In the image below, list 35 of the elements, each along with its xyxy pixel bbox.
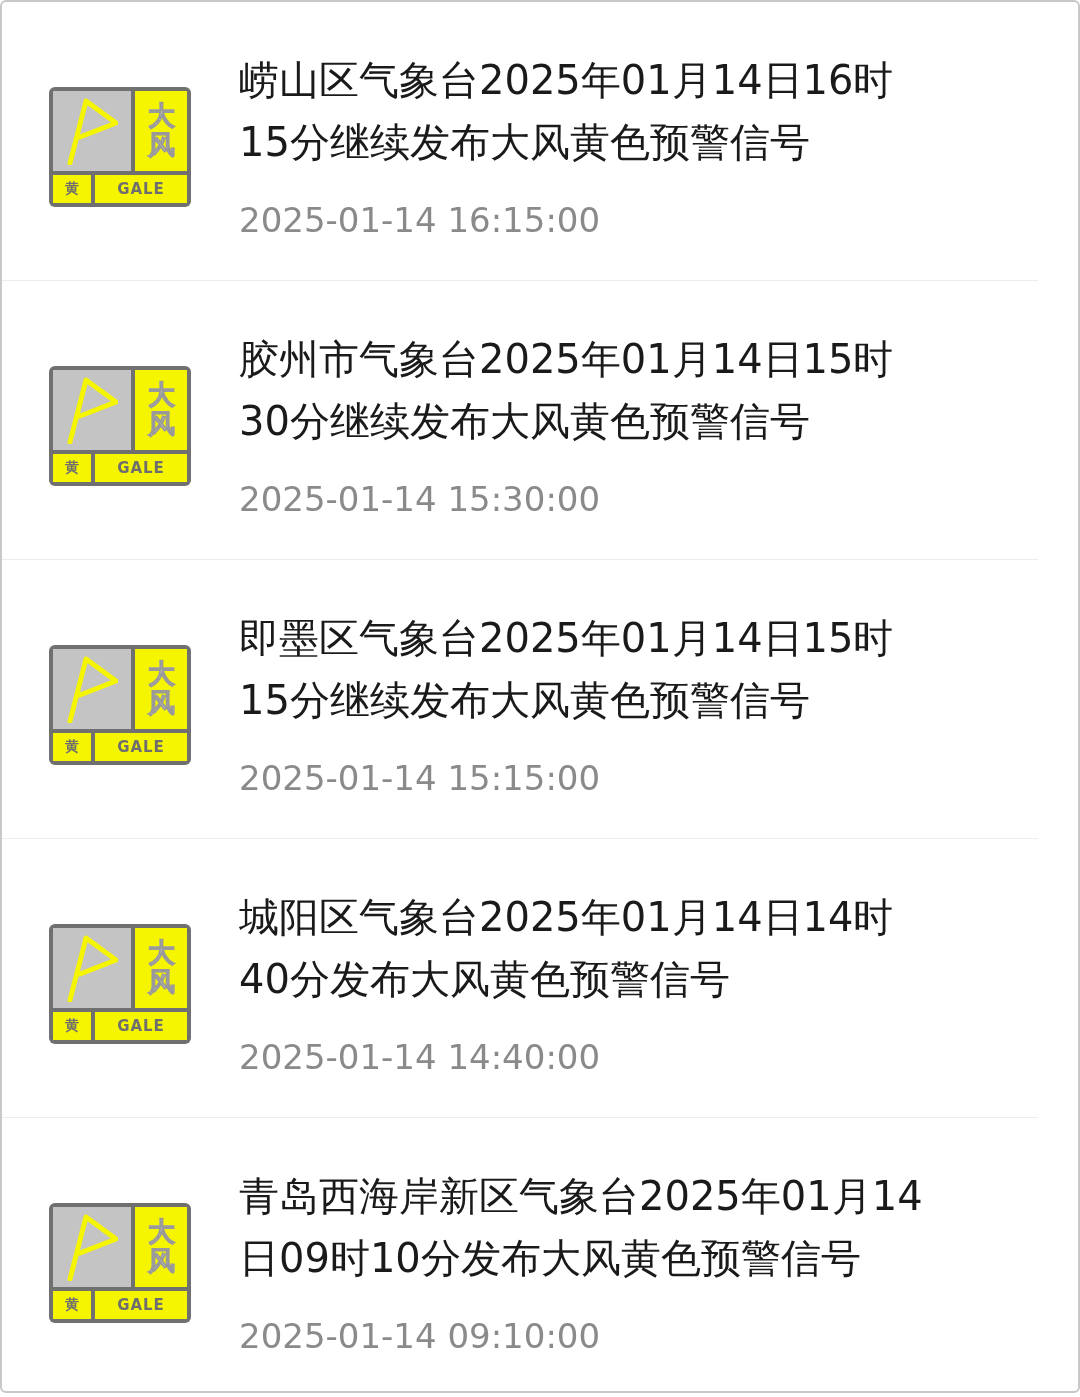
alert-title-line[interactable]: 即墨区气象台2025年01月14日15时 — [239, 607, 894, 669]
alert-title-line[interactable]: 崂山区气象台2025年01月14日16时 — [239, 49, 894, 111]
alert-title-line[interactable]: 15分继续发布大风黄色预警信号 — [239, 669, 894, 731]
alert-time: 2025-01-14 15:30:00 — [239, 478, 602, 521]
sign-name: 大风 — [147, 102, 175, 159]
sign-level: 黄 — [65, 737, 79, 756]
sign-code: GALE — [117, 1295, 165, 1314]
sign-code: GALE — [117, 737, 165, 756]
sign-name: 大风 — [147, 939, 175, 996]
alert-time: 2025-01-14 09:10:00 — [239, 1315, 602, 1358]
sign-level: 黄 — [65, 1016, 79, 1035]
flag-icon — [66, 375, 118, 444]
alert-title-line[interactable]: 城阳区气象台2025年01月14日14时 — [239, 886, 894, 948]
alert-time: 2025-01-14 15:15:00 — [239, 757, 602, 800]
alert-title-line[interactable]: 青岛西海岸新区气象台2025年01月14 — [239, 1165, 923, 1227]
flag-icon — [66, 1212, 118, 1281]
sign-code: GALE — [117, 179, 165, 198]
sign-name: 大风 — [147, 381, 175, 438]
flag-icon — [66, 654, 118, 723]
alert-time: 2025-01-14 14:40:00 — [239, 1036, 602, 1079]
alert-time: 2025-01-14 16:15:00 — [239, 199, 602, 242]
sign-level: 黄 — [65, 179, 79, 198]
sign-name: 大风 — [147, 660, 175, 717]
alert-title-line[interactable]: 15分继续发布大风黄色预警信号 — [239, 111, 894, 173]
sign-level: 黄 — [65, 458, 79, 477]
sign-level: 黄 — [65, 1295, 79, 1314]
sign-code: GALE — [117, 1016, 165, 1035]
sign-code: GALE — [117, 458, 165, 477]
alert-title-line[interactable]: 胶州市气象台2025年01月14日15时 — [239, 328, 894, 390]
alert-title-line[interactable]: 40分发布大风黄色预警信号 — [239, 948, 894, 1010]
alert-title-line[interactable]: 30分继续发布大风黄色预警信号 — [239, 390, 894, 452]
alert-title-line[interactable]: 日09时10分发布大风黄色预警信号 — [239, 1227, 923, 1289]
flag-icon — [66, 96, 118, 165]
sign-name: 大风 — [147, 1218, 175, 1275]
flag-icon — [66, 933, 118, 1002]
